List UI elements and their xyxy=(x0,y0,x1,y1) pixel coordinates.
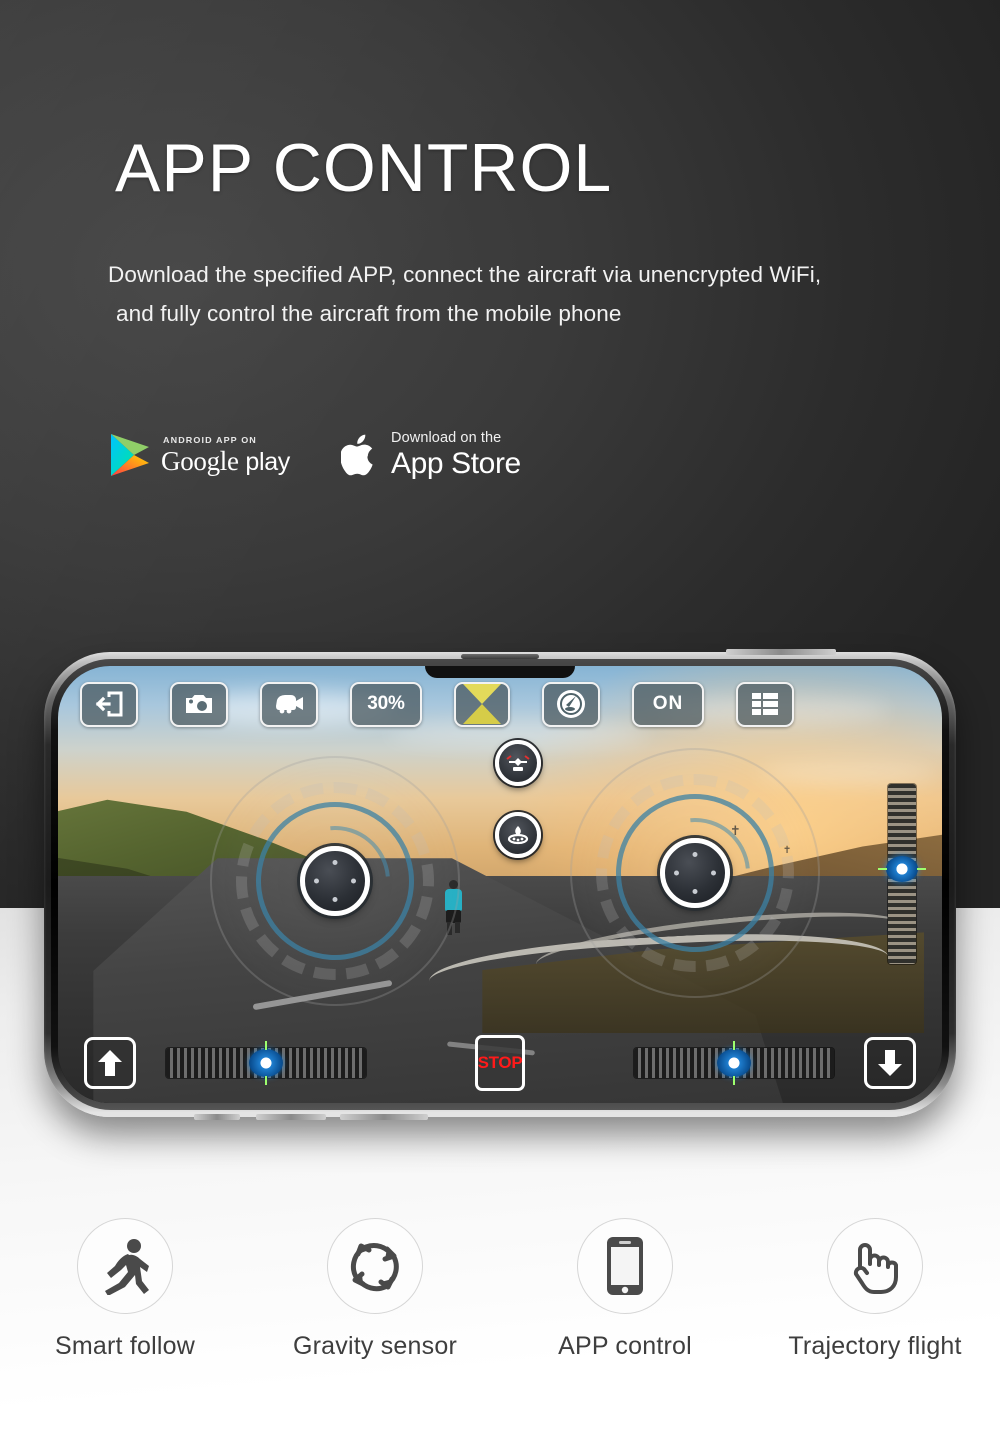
video-camera-icon xyxy=(276,695,303,714)
google-play-badge[interactable]: ANDROID APP ON Google play xyxy=(108,432,290,478)
hourglass-button[interactable] xyxy=(454,681,510,727)
feature-app-control: APP control xyxy=(505,1218,745,1361)
right-trim-slider[interactable] xyxy=(634,1048,834,1078)
left-trim-knob[interactable] xyxy=(249,1049,283,1077)
feature-label: Trajectory flight xyxy=(788,1332,962,1360)
app-store-large-text: App Store xyxy=(391,447,521,481)
left-joystick-hud xyxy=(210,756,460,1006)
feature-trajectory-flight: Trajectory flight xyxy=(755,1218,995,1361)
camera-icon xyxy=(186,695,212,713)
phone-volume-button-3[interactable] xyxy=(340,1114,428,1120)
running-person-icon xyxy=(105,1239,149,1295)
feature-label: APP control xyxy=(558,1332,692,1360)
app-store-small-text: Download on the xyxy=(391,429,502,446)
phone-screen: ✝ ✝ xyxy=(58,666,942,1103)
subtitle-line-1: Download the specified APP, connect the … xyxy=(108,262,822,287)
ascend-button[interactable] xyxy=(84,1037,136,1089)
hourglass-icon xyxy=(463,684,501,724)
phone-volume-button-2[interactable] xyxy=(256,1114,326,1120)
speed-gauge-icon xyxy=(557,690,585,718)
phone-volume-button-1[interactable] xyxy=(194,1114,240,1120)
exit-arrow-icon xyxy=(95,691,123,717)
google-play-text: ANDROID APP ON Google play xyxy=(161,434,291,476)
right-trim-knob[interactable] xyxy=(717,1049,751,1077)
feature-label: Smart follow xyxy=(55,1332,195,1360)
google-play-small-text: ANDROID APP ON xyxy=(163,434,257,445)
feature-icon-circle xyxy=(577,1218,673,1314)
down-arrow-icon xyxy=(878,1050,902,1076)
phone-notch xyxy=(425,666,575,678)
exit-button[interactable] xyxy=(80,681,138,727)
vertical-throttle-slider[interactable] xyxy=(886,784,918,964)
drone-landing-icon xyxy=(507,826,529,845)
page-subtitle: Download the specified APP, connect the … xyxy=(108,255,938,334)
app-store-text: Download on the App Store xyxy=(391,431,521,480)
menu-button[interactable] xyxy=(736,681,794,727)
battery-indicator[interactable]: 30% xyxy=(350,681,422,727)
google-play-triangle-icon xyxy=(108,432,152,478)
power-toggle[interactable]: ON xyxy=(632,681,704,727)
store-badges: ANDROID APP ON Google play Download on t… xyxy=(108,430,521,480)
phone-power-button[interactable] xyxy=(726,649,836,655)
feature-icon-circle xyxy=(827,1218,923,1314)
feature-icon-circle xyxy=(77,1218,173,1314)
grid-menu-icon xyxy=(752,693,778,715)
feature-row: Smart follow Gravity sensor APP control … xyxy=(0,1218,1000,1361)
circular-arrows-icon xyxy=(350,1243,399,1292)
smartphone-icon xyxy=(607,1237,643,1295)
app-bottom-bar: STOP xyxy=(58,1035,942,1091)
feature-gravity-sensor: Gravity sensor xyxy=(255,1218,495,1361)
app-toolbar: 30% ON xyxy=(58,678,942,730)
right-joystick[interactable] xyxy=(660,838,730,908)
up-arrow-icon xyxy=(98,1050,122,1076)
subtitle-line-2: and fully control the aircraft from the … xyxy=(116,301,622,327)
video-button[interactable] xyxy=(260,681,318,727)
takeoff-button[interactable] xyxy=(495,740,541,786)
app-store-badge[interactable]: Download on the App Store xyxy=(340,430,521,480)
vertical-throttle-knob[interactable] xyxy=(886,855,918,882)
feature-smart-follow: Smart follow xyxy=(5,1218,245,1361)
left-joystick[interactable] xyxy=(300,846,370,916)
speed-gauge-button[interactable] xyxy=(542,681,600,727)
descend-button[interactable] xyxy=(864,1037,916,1089)
smartphone-mockup: ✝ ✝ xyxy=(44,649,956,1120)
feature-icon-circle xyxy=(327,1218,423,1314)
feature-label: Gravity sensor xyxy=(293,1332,457,1360)
drone-takeoff-icon xyxy=(506,755,530,771)
left-trim-slider[interactable] xyxy=(166,1048,366,1078)
landing-button[interactable] xyxy=(495,812,541,858)
phone-earpiece-speaker xyxy=(461,654,539,659)
stop-button[interactable]: STOP xyxy=(475,1035,525,1091)
google-play-large-text: Google play xyxy=(161,445,291,476)
page-title: APP CONTROL xyxy=(115,130,613,206)
photo-button[interactable] xyxy=(170,681,228,727)
apple-logo-icon xyxy=(340,430,382,480)
pointing-hand-icon xyxy=(853,1243,898,1294)
right-joystick-hud xyxy=(570,748,820,998)
